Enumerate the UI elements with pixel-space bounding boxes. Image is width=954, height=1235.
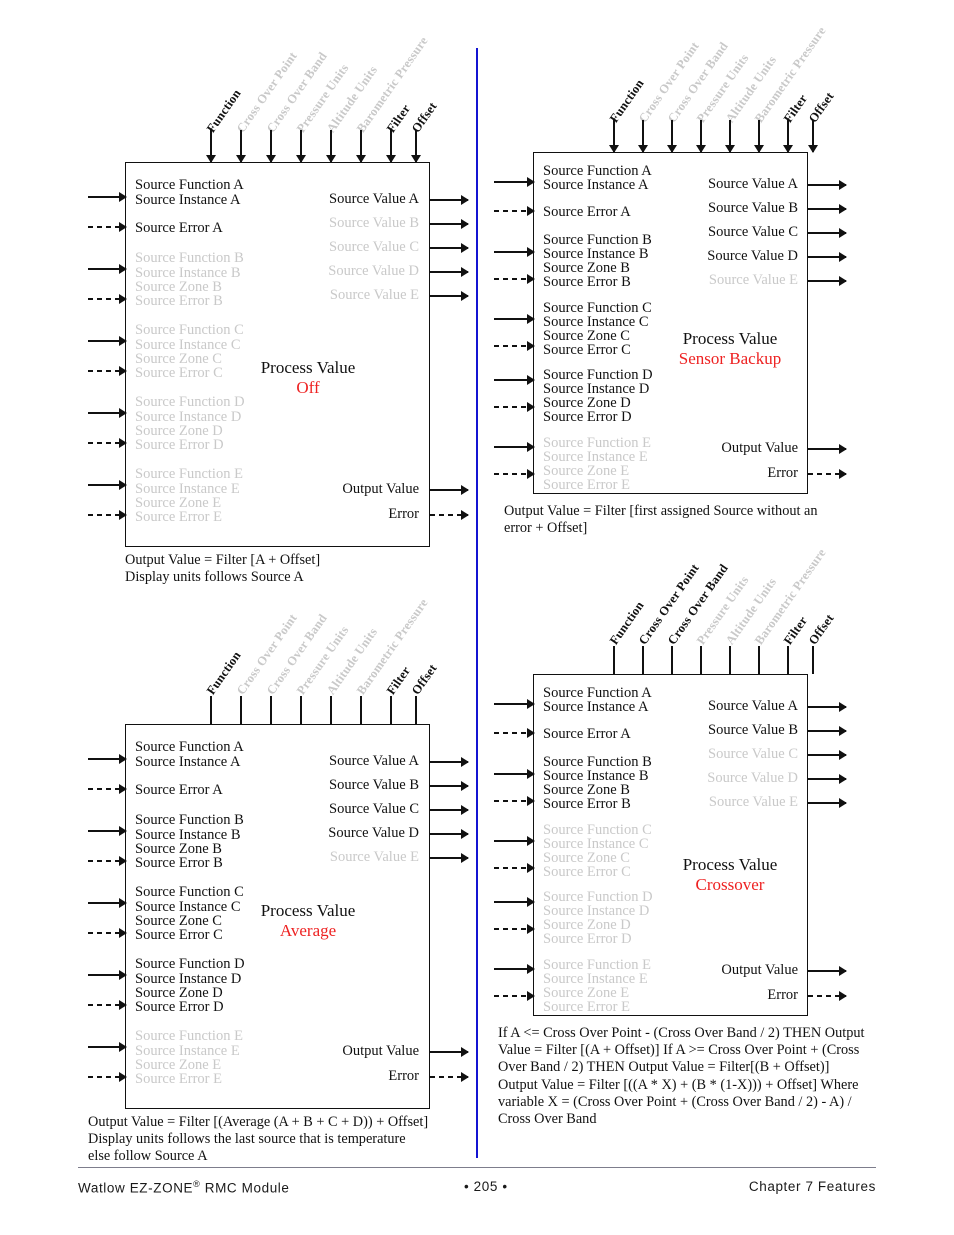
param-label-offset: Offset [408, 661, 440, 698]
label-source-error-a: Source Error A [135, 220, 223, 236]
caption-average: Output Value = Filter [(Average (A + B +… [88, 1114, 468, 1166]
param-label-filter: Filter [780, 613, 811, 648]
label-source-value-d: Source Value D [328, 825, 419, 841]
label-source-error-b: Source Error B [135, 855, 223, 871]
param-label-filter: Filter [780, 91, 811, 126]
param-label-offset: Offset [805, 89, 837, 126]
process-value-mode: Average [279, 921, 337, 940]
label-source-value-d: Source Value D [707, 770, 798, 786]
label-source-value-a: Source Value A [708, 176, 798, 192]
label-source-error-e: Source Error E [543, 477, 630, 493]
diagram-process-value-average: Function Cross Over Point Cross Over Ban… [88, 596, 469, 1164]
process-value-title: Process Value [682, 329, 778, 348]
label-output-value: Output Value [342, 481, 419, 497]
label-source-error-a: Source Error A [543, 204, 631, 220]
label-error: Error [767, 987, 798, 1003]
label-source-error-c: Source Error C [543, 864, 631, 880]
param-label-offset: Offset [408, 99, 440, 136]
caption-line: Output Value = Filter [A + Offset] [125, 552, 321, 568]
label-output-value: Output Value [721, 440, 798, 456]
caption-line: Value = Filter [(A + Offset)] If A >= Cr… [498, 1042, 860, 1059]
label-source-value-e: Source Value E [708, 794, 798, 810]
label-source-value-b: Source Value B [329, 215, 419, 231]
label-output-value: Output Value [721, 962, 798, 978]
process-value-title: Process Value [260, 901, 356, 920]
document-page: Function Cross Over Point Cross Over Ban… [0, 0, 954, 1235]
param-label-filter: Filter [383, 663, 414, 698]
label-source-error-d: Source Error D [543, 409, 632, 425]
label-source-error-e: Source Error E [135, 1071, 222, 1087]
footer-divider [78, 1167, 876, 1168]
footer-chapter: Chapter 7 Features [748, 1179, 876, 1194]
caption-line: Display units follows the last source th… [88, 1131, 406, 1148]
footer-product-suffix: RMC Module [200, 1180, 290, 1196]
caption-line: Cross Over Band [498, 1111, 597, 1128]
footer-product-name: Watlow EZ-ZONE® RMC Module [78, 1179, 290, 1196]
caption-line: error + Offset] [504, 520, 588, 537]
caption-line: Output Value = Filter [((A * X) + (B * (… [498, 1076, 859, 1093]
label-source-error-e: Source Error E [135, 509, 222, 525]
label-source-value-e: Source Value E [329, 287, 419, 303]
label-source-value-a: Source Value A [708, 698, 798, 714]
param-label-filter: Filter [383, 101, 414, 136]
label-source-error-c: Source Error C [135, 365, 223, 381]
label-source-value-c: Source Value C [708, 224, 798, 240]
caption-sensor-backup: Output Value = Filter [first assigned So… [504, 503, 864, 537]
label-source-value-b: Source Value B [329, 777, 419, 793]
label-source-value-a: Source Value A [329, 191, 419, 207]
caption-crossover: If A <= Cross Over Point - (Cross Over B… [498, 1025, 880, 1128]
label-error: Error [388, 1068, 419, 1084]
label-source-error-b: Source Error B [135, 293, 223, 309]
footer-page-number: • 205 • [464, 1179, 508, 1194]
caption-line: Output Value = Filter [(Average (A + B +… [88, 1114, 429, 1130]
label-source-value-c: Source Value C [329, 239, 419, 255]
process-value-mode: Crossover [695, 875, 765, 894]
label-source-value-d: Source Value D [707, 248, 798, 264]
label-source-value-d: Source Value D [328, 263, 419, 279]
caption-line: If A <= Cross Over Point - (Cross Over B… [498, 1025, 865, 1041]
diagram-process-value-off: Function Cross Over Point Cross Over Ban… [88, 34, 469, 598]
caption-line: Over Band / 2) THEN Output Value = Filte… [498, 1059, 830, 1076]
caption-line: variable X = (Cross Over Point + (Cross … [498, 1093, 852, 1110]
label-source-error-d: Source Error D [543, 931, 632, 947]
footer-product-prefix: Watlow EZ-ZONE [78, 1180, 194, 1196]
label-source-error-c: Source Error C [135, 927, 223, 943]
diagram-process-value-sensor-backup: Function Cross Over Point Cross Over Ban… [490, 24, 870, 548]
process-value-title: Process Value [260, 358, 356, 377]
label-source-value-e: Source Value E [329, 849, 419, 865]
label-output-value: Output Value [342, 1043, 419, 1059]
label-source-instance-a: Source Instance A [135, 754, 241, 770]
caption-line: Output Value = Filter [first assigned So… [504, 503, 818, 519]
label-error: Error [388, 506, 419, 522]
label-source-error-c: Source Error C [543, 342, 631, 358]
label-source-value-e: Source Value E [708, 272, 798, 288]
label-source-error-e: Source Error E [543, 999, 630, 1015]
page-footer: Watlow EZ-ZONE® RMC Module • 205 • Chapt… [78, 1175, 876, 1203]
label-source-error-a: Source Error A [135, 782, 223, 798]
label-source-error-d: Source Error D [135, 437, 224, 453]
caption-off: Output Value = Filter [A + Offset] Displ… [125, 552, 465, 586]
process-value-mode: Sensor Backup [678, 349, 782, 368]
label-source-value-b: Source Value B [708, 200, 798, 216]
label-source-instance-a: Source Instance A [135, 192, 241, 208]
label-source-error-d: Source Error D [135, 999, 224, 1015]
label-source-value-a: Source Value A [329, 753, 419, 769]
label-error: Error [767, 465, 798, 481]
label-source-instance-a: Source Instance A [543, 699, 649, 715]
label-source-error-b: Source Error B [543, 274, 631, 290]
label-source-value-b: Source Value B [708, 722, 798, 738]
label-source-value-c: Source Value C [329, 801, 419, 817]
process-value-mode: Off [296, 378, 320, 397]
label-source-error-b: Source Error B [543, 796, 631, 812]
process-value-title: Process Value [682, 855, 778, 874]
param-label-offset: Offset [805, 611, 837, 648]
diagram-process-value-crossover: Function Cross Over Point Cross Over Ban… [490, 546, 880, 1130]
label-source-value-c: Source Value C [708, 746, 798, 762]
label-source-instance-a: Source Instance A [543, 177, 649, 193]
column-divider [476, 48, 478, 1158]
caption-line: else follow Source A [88, 1148, 208, 1165]
label-source-error-a: Source Error A [543, 726, 631, 742]
caption-line: Display units follows Source A [125, 569, 304, 586]
